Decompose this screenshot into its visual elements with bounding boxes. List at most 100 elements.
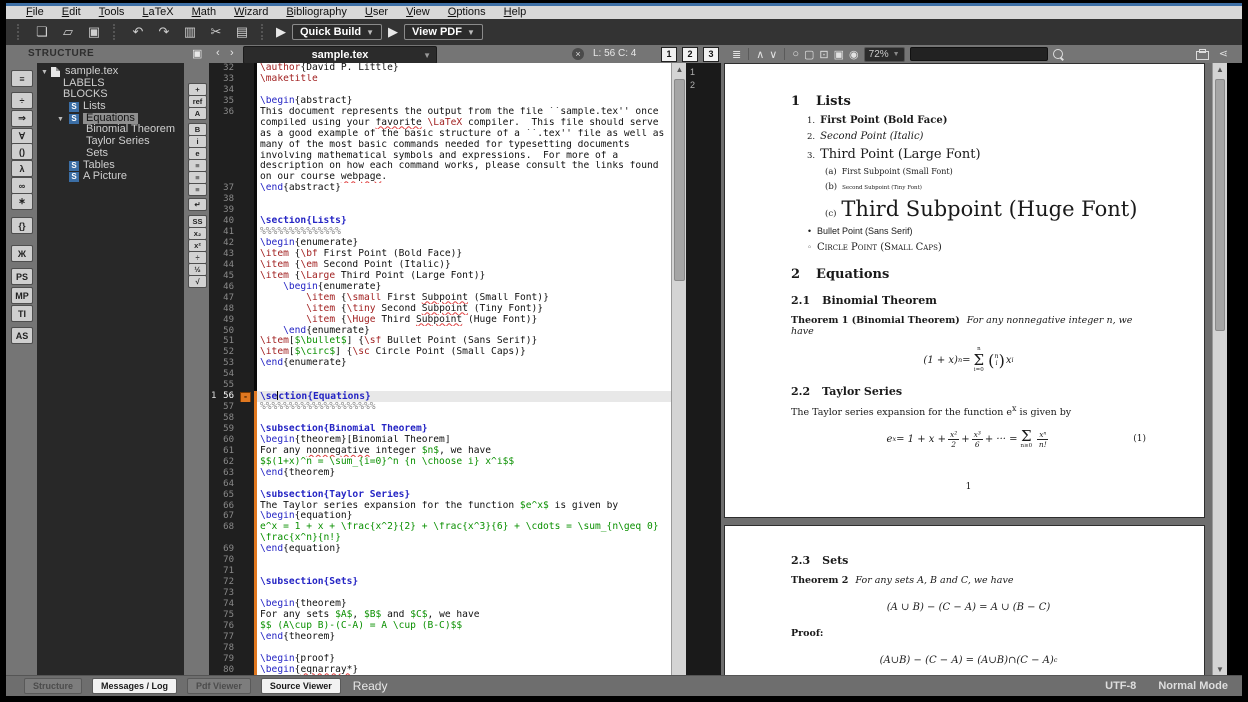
editor-line-73[interactable]: 73 <box>209 588 671 599</box>
page-layout-button-1[interactable]: 1 <box>661 47 677 62</box>
editor-line-37[interactable]: 37\end{abstract} <box>209 183 671 194</box>
external-viewer-icon[interactable]: ⋖ <box>1219 47 1228 60</box>
structure-item-labels[interactable]: LABELS <box>37 78 184 90</box>
font-size-icon[interactable]: A <box>188 107 207 120</box>
menu-math[interactable]: Math <box>192 6 216 19</box>
menu-bibliography[interactable]: Bibliography <box>286 6 347 19</box>
pdf-strip-page-2[interactable]: 2 <box>690 79 721 92</box>
paste-icon[interactable]: ▤ <box>232 22 252 42</box>
misc-math-icon[interactable]: ∞ <box>11 177 33 194</box>
fit-window-icon[interactable]: ▣ <box>834 48 844 61</box>
editor-line-wrap[interactable]: \frac{x^n}{n!} <box>209 533 671 544</box>
editor-line-53[interactable]: 53\end{enumerate} <box>209 358 671 369</box>
editor-line-wrap[interactable]: many of the most basic commands needed f… <box>209 140 671 151</box>
open-folder-icon[interactable]: ▱ <box>58 22 78 42</box>
ps-symbols-icon[interactable]: PS <box>11 268 33 285</box>
scroll-up-arrow-icon[interactable]: ▲ <box>672 63 687 76</box>
ti-symbols-icon[interactable]: TI <box>11 305 33 322</box>
menu-tools[interactable]: Tools <box>99 6 125 19</box>
editor-line-63[interactable]: 63\end{theorem} <box>209 468 671 479</box>
menu-latex[interactable]: LaTeX <box>142 6 173 19</box>
editor-line-40[interactable]: 40\section{Lists} <box>209 216 671 227</box>
editor-line-76[interactable]: 76$$ (A\cup B)-(C-A) = A \cup (B-C)$$ <box>209 621 671 632</box>
square-root-icon[interactable]: √ <box>188 275 207 288</box>
editor-line-wrap[interactable]: involving mathematical symbols and expre… <box>209 151 671 162</box>
editor-line-65[interactable]: 65\subsection{Taylor Series} <box>209 490 671 501</box>
editor-line-35[interactable]: 35\begin{abstract} <box>209 96 671 107</box>
editor-line-67[interactable]: 67\begin{equation} <box>209 511 671 522</box>
operators-icon[interactable]: ÷ <box>11 92 33 109</box>
editor-line-32[interactable]: 32\author{David P. Little} <box>209 63 671 74</box>
editor-line-77[interactable]: 77\end{theorem} <box>209 632 671 643</box>
menu-wizard[interactable]: Wizard <box>234 6 268 19</box>
page-layout-button-3[interactable]: 3 <box>703 47 719 62</box>
editor-line-59[interactable]: 59\subsection{Binomial Theorem} <box>209 424 671 435</box>
relation-symbols-icon[interactable]: ≡ <box>11 70 33 87</box>
align-right-icon[interactable]: ≡ <box>188 183 207 196</box>
editor-line-66[interactable]: 66The Taylor series expansion for the fu… <box>209 501 671 512</box>
editor-line-43[interactable]: 43\item {\bf First Point (Bold Face)} <box>209 249 671 260</box>
editor-line-49[interactable]: 49 \item {\Huge Third Subpoint (Huge Fon… <box>209 315 671 326</box>
menu-user[interactable]: User <box>365 6 388 19</box>
toc-list-icon[interactable]: ≣ <box>732 48 741 61</box>
redo-icon[interactable]: ↷ <box>154 22 174 42</box>
page-layout-button-2[interactable]: 2 <box>682 47 698 62</box>
mp-symbols-icon[interactable]: MP <box>11 287 33 304</box>
editor-line-70[interactable]: 70 <box>209 555 671 566</box>
menu-edit[interactable]: Edit <box>62 6 81 19</box>
editor-line-wrap[interactable]: as a good example of the basic structure… <box>209 129 671 140</box>
close-document-icon[interactable]: × <box>572 48 584 60</box>
editor-scrollbar[interactable]: ▲ <box>671 63 687 676</box>
source-editor[interactable]: 32\author{David P. Little}33\maketitle34… <box>209 63 671 676</box>
greek-letters-icon[interactable]: λ <box>11 160 33 177</box>
structure-item-blocks[interactable]: BLOCKS <box>37 89 184 101</box>
mode-indicator[interactable]: Normal Mode <box>1158 680 1228 692</box>
editor-line-57[interactable]: 57%%%%%%%%%%%%%%%%%%%% <box>209 402 671 413</box>
print-icon[interactable] <box>1196 51 1209 60</box>
pdf-scrollbar[interactable]: ▲ ▼ <box>1212 63 1227 676</box>
document-tab-selector[interactable]: sample.tex ▼ <box>243 46 437 64</box>
special-symbols-icon[interactable]: Ж <box>11 245 33 262</box>
editor-line-45[interactable]: 45\item {\Large Third Point (Large Font)… <box>209 271 671 282</box>
editor-line-64[interactable]: 64 <box>209 479 671 490</box>
zoom-level-combo[interactable]: 72% ▼ <box>864 47 905 62</box>
magnifier-tool-icon[interactable]: ◉ <box>849 48 859 61</box>
fit-page-icon[interactable]: ⊡ <box>819 48 828 61</box>
editor-line-80[interactable]: 80\begin{eqnarray*} <box>209 665 671 676</box>
view-play-icon[interactable]: ▶ <box>388 24 398 40</box>
editor-line-50[interactable]: 50 \end{enumerate} <box>209 326 671 337</box>
undo-icon[interactable]: ↶ <box>128 22 148 42</box>
encoding-indicator[interactable]: UTF-8 <box>1105 680 1136 692</box>
editor-line-wrap[interactable]: on our course webpage. <box>209 172 671 183</box>
pdf-preview[interactable]: 1Lists1.First Point (Bold Face)2.Second … <box>721 63 1212 676</box>
structure-item-a-picture[interactable]: SA Picture <box>37 171 184 183</box>
fit-width-icon[interactable]: ▢ <box>804 48 814 61</box>
pdf-page-number-strip[interactable]: 12 <box>686 63 721 676</box>
quick-build-button[interactable]: Quick Build ▼ <box>292 24 382 40</box>
editor-line-wrap[interactable]: compiled using your favorite \LaTeX comp… <box>209 118 671 129</box>
editor-line-58[interactable]: 58 <box>209 413 671 424</box>
editor-line-41[interactable]: 41%%%%%%%%%%%%%% <box>209 227 671 238</box>
misc-symbols-icon[interactable]: ∗ <box>11 193 33 210</box>
build-play-icon[interactable]: ▶ <box>276 24 286 40</box>
editor-line-60[interactable]: 60\begin{theorem}[Binomial Theorem] <box>209 435 671 446</box>
menu-help[interactable]: Help <box>504 6 527 19</box>
editor-line-39[interactable]: 39 <box>209 205 671 216</box>
editor-line-33[interactable]: 33\maketitle <box>209 74 671 85</box>
editor-line-34[interactable]: 34 <box>209 85 671 96</box>
delimiters-icon[interactable]: () <box>11 143 33 160</box>
as-symbols-icon[interactable]: AS <box>11 327 33 344</box>
editor-line-44[interactable]: 44\item {\em Second Point (Italic)} <box>209 260 671 271</box>
editor-line-54[interactable]: 54 <box>209 369 671 380</box>
toggle-pdf-viewer[interactable]: Pdf Viewer <box>187 678 251 694</box>
cut-icon[interactable]: ✂ <box>206 22 226 42</box>
scroll-down-icon[interactable]: ∨ <box>769 48 777 61</box>
editor-scrollbar-thumb[interactable] <box>674 79 685 281</box>
editor-line-79[interactable]: 79\begin{proof} <box>209 654 671 665</box>
menu-file[interactable]: File <box>26 6 44 19</box>
scroll-up-icon[interactable]: ∧ <box>756 48 764 61</box>
editor-line-51[interactable]: 51\item[$\bullet$] {\sf Bullet Point (Sa… <box>209 336 671 347</box>
editor-line-42[interactable]: 42\begin{enumerate} <box>209 238 671 249</box>
save-icon[interactable]: ▣ <box>84 22 104 42</box>
editor-line-47[interactable]: 47 \item {\small First Subpoint (Small F… <box>209 293 671 304</box>
